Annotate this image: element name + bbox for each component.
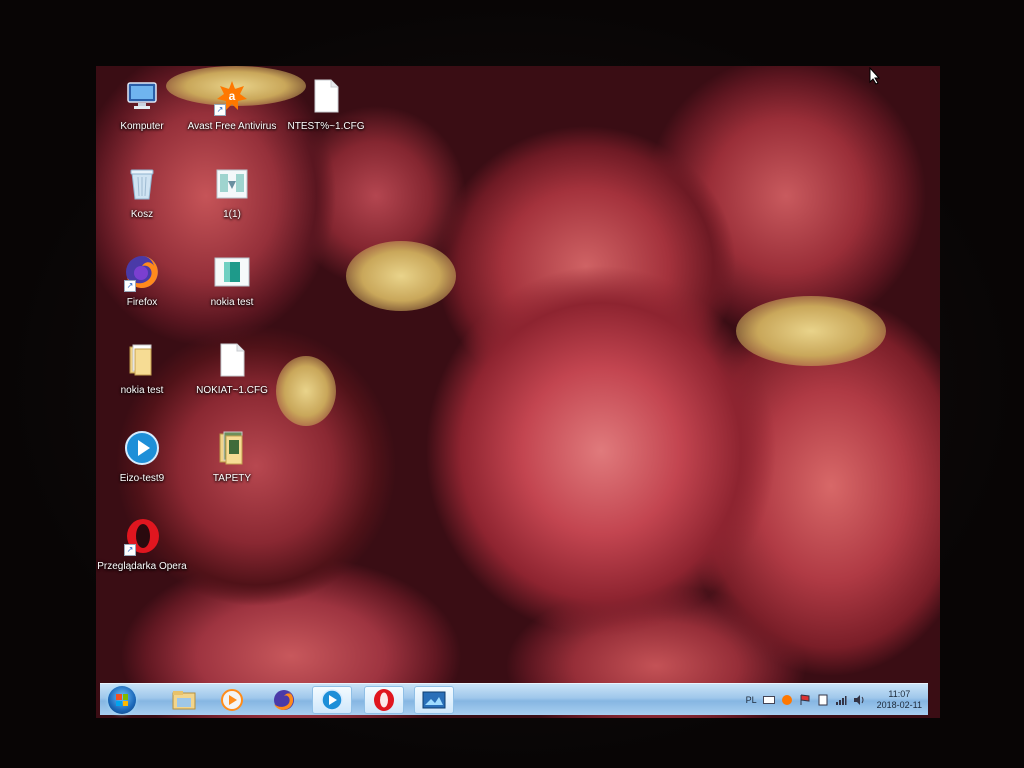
computer-icon	[122, 76, 162, 116]
desktop-icon-firefox[interactable]: ↗ Firefox	[96, 252, 190, 332]
recycle-bin-icon	[122, 164, 162, 204]
folder-icon	[212, 428, 252, 468]
start-button[interactable]	[108, 686, 136, 714]
image-file-icon	[212, 252, 252, 292]
keyboard-icon[interactable]	[762, 694, 775, 706]
desktop-icon-nokia-test-image[interactable]: nokia test	[184, 252, 280, 332]
desktop-icon-label: Firefox	[126, 297, 158, 308]
taskbar-explorer[interactable]	[164, 686, 204, 714]
taskbar-media-player[interactable]	[212, 686, 252, 714]
media-player-icon	[321, 689, 343, 711]
desktop-icon-label: 1(1)	[223, 209, 241, 220]
system-tray: PL 11:07 2018-02-11	[746, 684, 922, 716]
wallpaper-detail	[276, 356, 336, 426]
desktop-icon-label: Komputer	[120, 121, 164, 132]
desktop-icon-label: NTEST%~1.CFG	[287, 121, 365, 132]
desktop-icon-label: NOKIAT~1.CFG	[196, 385, 268, 396]
folder-icon	[172, 691, 196, 710]
svg-text:a: a	[229, 89, 236, 103]
desktop-icon-1-1[interactable]: 1(1)	[184, 164, 280, 244]
desktop-icon-opera[interactable]: ↗ Przeglądarka Opera	[96, 516, 190, 596]
desktop-icon-label: nokia test	[210, 297, 254, 308]
desktop-icon-label: Kosz	[130, 209, 154, 220]
desktop-icon-label: Przeglądarka Opera	[97, 561, 187, 572]
folder-icon	[122, 340, 162, 380]
firefox-icon	[274, 690, 294, 710]
desktop-icon-label: nokia test	[120, 385, 164, 396]
desktop-icon-ntest-cfg[interactable]: NTEST%~1.CFG	[278, 76, 374, 156]
windows-start-icon	[116, 694, 128, 706]
desktop[interactable]: Komputer Kosz ↗ Firefox nokia test Eizo-…	[96, 66, 940, 718]
desktop-icon-nokia-test-folder[interactable]: nokia test	[96, 340, 190, 420]
wallpaper-detail	[736, 296, 886, 366]
shortcut-arrow-icon: ↗	[214, 104, 226, 116]
image-viewer-icon	[422, 691, 446, 709]
network-icon[interactable]	[835, 694, 847, 706]
desktop-icon-eizo-test9[interactable]: Eizo-test9	[96, 428, 190, 508]
taskbar-image-viewer[interactable]	[414, 686, 454, 714]
mouse-cursor-icon	[869, 67, 881, 85]
clock-time: 11:07	[888, 689, 911, 699]
taskbar-opera[interactable]	[364, 686, 404, 714]
desktop-icon-label: Eizo-test9	[119, 473, 165, 484]
desktop-icon-komputer[interactable]: Komputer	[96, 76, 190, 156]
language-indicator[interactable]: PL	[746, 695, 757, 705]
desktop-icon-avast[interactable]: a ↗ Avast Free Antivirus	[184, 76, 280, 156]
shortcut-arrow-icon: ↗	[124, 280, 136, 292]
wallpaper-detail	[346, 241, 456, 311]
clock-date: 2018-02-11	[876, 700, 922, 710]
device-icon[interactable]	[817, 694, 829, 706]
desktop-icon-label: TAPETY	[212, 473, 252, 484]
avast-icon: a ↗	[212, 76, 252, 116]
desktop-icon-tapety[interactable]: TAPETY	[184, 428, 280, 508]
media-player-icon	[221, 689, 243, 711]
taskbar: PL 11:07 2018-02-11	[100, 683, 928, 715]
taskbar-eizo-player[interactable]	[312, 686, 352, 714]
desktop-icon-kosz[interactable]: Kosz	[96, 164, 190, 244]
desktop-icon-nokiat-cfg[interactable]: NOKIAT~1.CFG	[184, 340, 280, 420]
opera-icon: ↗	[122, 516, 162, 556]
opera-icon	[374, 689, 394, 711]
media-player-icon	[122, 428, 162, 468]
shortcut-arrow-icon: ↗	[124, 544, 136, 556]
action-center-flag-icon[interactable]	[799, 694, 811, 706]
image-file-icon	[212, 164, 252, 204]
avast-tray-icon[interactable]	[781, 694, 793, 706]
firefox-icon: ↗	[122, 252, 162, 292]
taskbar-firefox[interactable]	[264, 686, 304, 714]
file-icon	[212, 340, 252, 380]
file-icon	[306, 76, 346, 116]
volume-icon[interactable]	[853, 694, 865, 706]
desktop-icon-label: Avast Free Antivirus	[187, 121, 277, 132]
clock[interactable]: 11:07 2018-02-11	[877, 689, 922, 711]
